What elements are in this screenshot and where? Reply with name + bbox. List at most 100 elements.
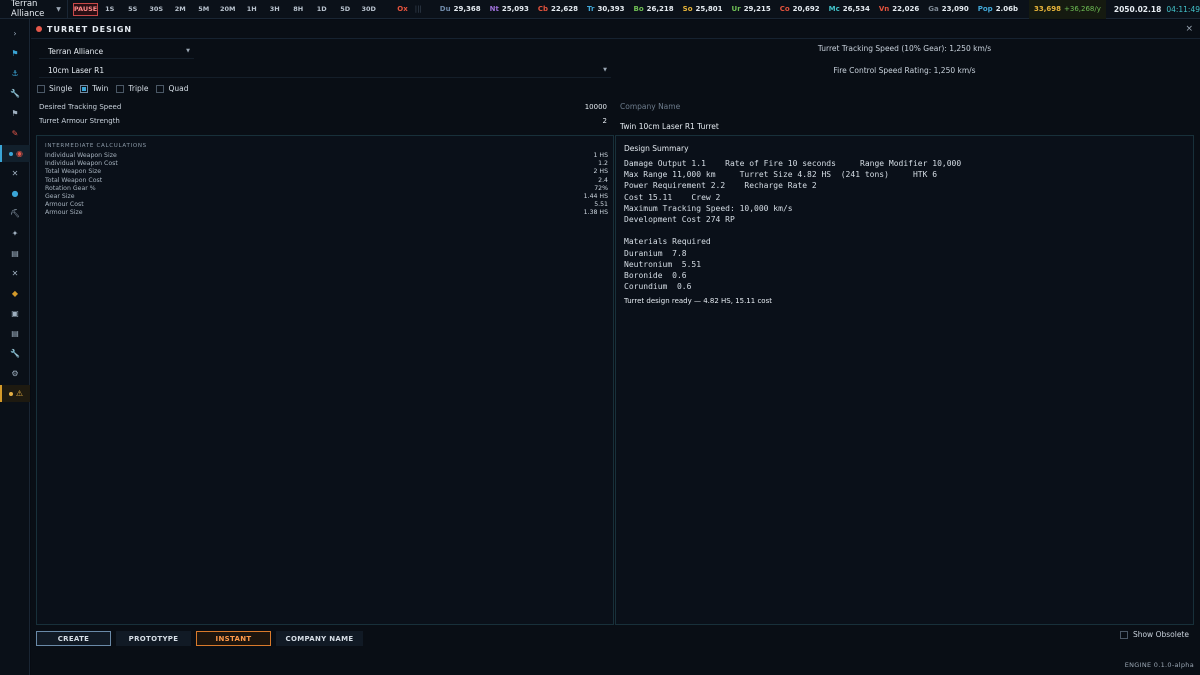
resource-nt: Nt 25,093 xyxy=(490,5,529,13)
checkbox-box[interactable] xyxy=(1119,630,1128,639)
design-summary-panel: Design Summary Damage Output 1.1 Rate of… xyxy=(615,135,1194,625)
speed-button[interactable]: 5D xyxy=(333,0,357,19)
speed-button[interactable]: 30S xyxy=(144,0,168,19)
faction-select[interactable]: Terran Alliance ▼ xyxy=(0,0,68,19)
design-name-field[interactable]: Twin 10cm Laser R1 Turret xyxy=(620,122,719,131)
radio-box[interactable] xyxy=(156,84,165,93)
resource-value: 29,368 xyxy=(453,5,481,13)
gear-icon[interactable]: ⚙ xyxy=(0,365,30,382)
speed-button[interactable]: 3H xyxy=(263,0,286,19)
clipboard-icon[interactable]: ▤ xyxy=(0,325,30,342)
crossed-swords-icon[interactable]: ✕ xyxy=(0,165,30,182)
resource-value: 23,090 xyxy=(941,5,969,13)
close-icon[interactable]: × xyxy=(1185,24,1193,34)
game-date: 2050.02.18 xyxy=(1113,4,1162,14)
radio-box[interactable] xyxy=(116,84,125,93)
mount-option-quad[interactable]: Quad xyxy=(156,84,189,93)
resource-code: Pop xyxy=(977,5,993,13)
speed-controls: 1S 5S 30S 2M 5M 20M 1H 3H 8H 1D 5D 30D xyxy=(98,0,380,19)
resource-code: Tr xyxy=(587,5,595,13)
calc-label: Armour Size xyxy=(45,209,83,217)
resource-code: Ga xyxy=(928,5,939,13)
mount-option-triple[interactable]: Triple xyxy=(116,84,148,93)
resource-value: 20,692 xyxy=(792,5,820,13)
pickaxe-icon[interactable]: ⛏ xyxy=(0,205,30,222)
empire-select[interactable]: Terran Alliance ▼ xyxy=(39,44,194,59)
engine-version: ENGINE 0.1.0-alpha xyxy=(1124,661,1194,669)
box-icon[interactable]: ▣ xyxy=(0,305,30,322)
summary-line: Cost 15.11 Crew 2 xyxy=(624,192,721,202)
wrench-icon[interactable]: 🔧 xyxy=(0,345,30,362)
resource-code: Mc xyxy=(828,5,840,13)
wrench-icon-glyph: 🔧 xyxy=(10,89,20,98)
flag-icon[interactable]: ⚑ xyxy=(0,45,30,62)
resource-code: So xyxy=(682,5,693,13)
speed-button[interactable]: 1D xyxy=(310,0,333,19)
resource-code: Du xyxy=(439,5,451,13)
mount-option-single[interactable]: Single xyxy=(37,84,72,93)
section-title: INTERMEDIATE CALCULATIONS xyxy=(45,143,147,149)
summary-line: Neutronium 5.51 xyxy=(624,259,702,269)
calc-value: 5.51 xyxy=(594,201,608,209)
rocket-icon[interactable]: ✎ xyxy=(0,125,30,142)
clipboard-icon[interactable]: ▤ xyxy=(0,245,30,262)
crossed-swords-icon-glyph: ✕ xyxy=(11,169,19,178)
calc-value: 2 HS xyxy=(593,168,608,176)
turret-armour-strength-field[interactable]: Turret Armour Strength 2 xyxy=(39,114,607,127)
resource-value: 2.06b xyxy=(995,5,1018,13)
calc-label: Armour Cost xyxy=(45,201,84,209)
crossed-swords-icon[interactable]: ✕ xyxy=(0,265,30,282)
mount-option-twin[interactable]: Twin xyxy=(80,84,108,93)
resource-so: So 25,801 xyxy=(683,5,723,13)
telescope-icon[interactable]: ✦ xyxy=(0,225,30,242)
resource-code: Ur xyxy=(731,5,741,13)
wealth-display: 33,698 +36,268/y xyxy=(1028,0,1106,19)
tag-icon[interactable]: ◆ xyxy=(0,285,30,302)
speed-button[interactable]: 2M xyxy=(168,0,192,19)
calc-row: Rotation Gear % 72% xyxy=(45,185,608,193)
radio-box[interactable] xyxy=(80,84,89,93)
instant-button[interactable]: INSTANT xyxy=(196,631,271,646)
window-header: TURRET DESIGN xyxy=(31,20,1200,39)
radio-box[interactable] xyxy=(37,84,45,93)
calc-value: 2.4 xyxy=(598,176,608,184)
wrench-icon[interactable]: 🔧 xyxy=(0,85,30,102)
resource-code: Nt xyxy=(489,5,499,13)
weapon-select-value: 10cm Laser R1 xyxy=(48,65,105,75)
weapon-select[interactable]: 10cm Laser R1 ▼ xyxy=(39,63,611,78)
design-status-text: Turret design ready — 4.82 HS, 15.11 cos… xyxy=(624,297,772,305)
person-icon[interactable]: ● xyxy=(0,185,30,202)
calc-value: 1.38 HS xyxy=(583,209,608,217)
mount-option-label: Twin xyxy=(92,84,109,93)
show-obsolete-checkbox[interactable]: Show Obsolete xyxy=(1119,630,1189,639)
expand-icon[interactable]: › xyxy=(0,25,30,42)
calc-row: Total Weapon Size 2 HS xyxy=(45,168,608,176)
pause-button[interactable]: PAUSE xyxy=(72,2,99,16)
desired-tracking-speed-input[interactable]: 10000 xyxy=(585,103,607,111)
speed-button[interactable]: 1H xyxy=(240,0,263,19)
prototype-button[interactable]: PROTOTYPE xyxy=(116,631,191,646)
warning-icon[interactable]: ⚠ xyxy=(0,385,30,402)
marker-flag-icon[interactable]: ⚑ xyxy=(0,105,30,122)
speed-button[interactable]: 30D xyxy=(357,0,380,19)
turret-design-window: TURRET DESIGN × Terran Alliance ▼ 10cm L… xyxy=(31,20,1200,675)
speed-button[interactable]: 1S xyxy=(98,0,121,19)
speed-button[interactable]: 5M xyxy=(192,0,215,19)
turret-armour-strength-input[interactable]: 2 xyxy=(603,117,607,125)
summary-line: Corundium 0.6 xyxy=(624,282,692,292)
notification-dot xyxy=(9,151,13,156)
desired-tracking-speed-field[interactable]: Desired Tracking Speed 10000 xyxy=(39,100,607,113)
create-button[interactable]: CREATE xyxy=(36,631,111,646)
box-icon-glyph: ▣ xyxy=(11,309,19,318)
window-status-dot xyxy=(36,26,42,32)
speed-button[interactable]: 5S xyxy=(121,0,144,19)
calc-label: Individual Weapon Cost xyxy=(45,160,118,168)
summary-line: Boronide 0.6 xyxy=(624,271,687,280)
anchor-icon[interactable]: ⚓ xyxy=(0,65,30,82)
company-name-button[interactable]: COMPANY NAME xyxy=(276,631,363,646)
speed-button[interactable]: 8H xyxy=(286,0,310,19)
rocket-icon-glyph: ✎ xyxy=(11,129,19,138)
target-icon[interactable]: ◉ xyxy=(0,145,30,162)
calc-row: Individual Weapon Size 1 HS xyxy=(45,152,608,160)
speed-button[interactable]: 20M xyxy=(215,0,240,19)
